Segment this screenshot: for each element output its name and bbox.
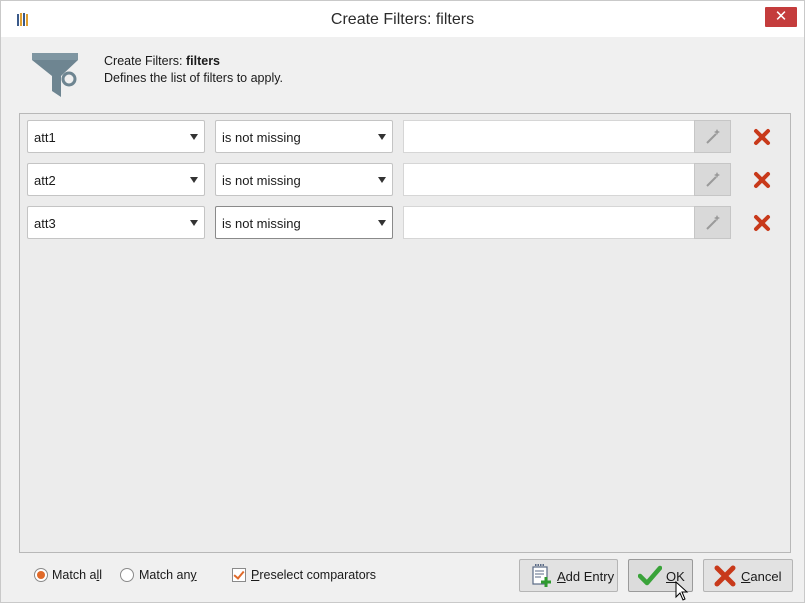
match-any-label[interactable]: Match any [139, 568, 197, 582]
delete-row-icon[interactable] [752, 127, 772, 147]
add-entry-label: Add Entry [557, 569, 615, 584]
checkmark-icon [638, 565, 662, 586]
mouse-cursor-icon [675, 581, 689, 601]
attribute-dropdown[interactable]: att3 [27, 206, 205, 239]
attribute-value: att3 [34, 216, 56, 231]
match-all-radio[interactable] [34, 568, 48, 582]
match-any-radio[interactable] [120, 568, 134, 582]
operator-dropdown[interactable]: is not missing [215, 120, 393, 153]
add-entry-button[interactable]: Add Entry [519, 559, 618, 592]
create-filters-dialog: Create Filters: filters ✕ Create Filters… [0, 0, 805, 603]
operator-value: is not missing [222, 130, 301, 145]
attribute-dropdown[interactable]: att2 [27, 163, 205, 196]
header-description: Defines the list of filters to apply. [104, 71, 284, 85]
filter-value-input[interactable] [403, 120, 695, 153]
cancel-label: Cancel [741, 569, 782, 584]
delete-row-icon[interactable] [752, 213, 772, 233]
header-title: Create Filters: filters [104, 54, 221, 68]
filter-row: att1 is not missing [20, 120, 790, 154]
window-title: Create Filters: filters [330, 11, 475, 28]
dropdown-arrow-icon [190, 220, 198, 226]
operator-value: is not missing [222, 216, 301, 231]
cancel-x-icon [714, 565, 736, 587]
filter-value-input[interactable] [403, 206, 695, 239]
title-bar: Create Filters: filters ✕ [1, 1, 804, 37]
magic-wand-icon [706, 129, 720, 144]
dropdown-arrow-icon [190, 177, 198, 183]
dropdown-arrow-icon [378, 177, 386, 183]
close-button[interactable]: ✕ [765, 7, 797, 27]
attribute-value: att2 [34, 173, 56, 188]
operator-dropdown[interactable]: is not missing [215, 163, 393, 196]
match-all-label[interactable]: Match all [52, 568, 102, 582]
magic-wand-icon [706, 172, 720, 187]
operator-value: is not missing [222, 173, 301, 188]
preselect-comparators-checkbox[interactable] [232, 568, 246, 582]
filter-value-input[interactable] [403, 163, 695, 196]
dialog-header: Create Filters: filters Defines the list… [2, 37, 803, 115]
cancel-button[interactable]: Cancel [703, 559, 793, 592]
dropdown-arrow-icon [190, 134, 198, 140]
value-helper-button[interactable] [694, 163, 731, 196]
attribute-value: att1 [34, 130, 56, 145]
funnel-icon [32, 53, 78, 97]
filter-row: att2 is not missing [20, 163, 790, 197]
delete-row-icon[interactable] [752, 170, 772, 190]
value-helper-button[interactable] [694, 206, 731, 239]
dropdown-arrow-icon [378, 220, 386, 226]
filter-list-panel: att1 is not missing att2 is not missing … [19, 113, 791, 553]
filter-row: att3 is not missing [20, 206, 790, 240]
preselect-comparators-label[interactable]: Preselect comparators [251, 568, 376, 582]
dropdown-arrow-icon [378, 134, 386, 140]
add-entry-icon [532, 564, 551, 587]
value-helper-button[interactable] [694, 120, 731, 153]
magic-wand-icon [706, 215, 720, 230]
operator-dropdown[interactable]: is not missing [215, 206, 393, 239]
attribute-dropdown[interactable]: att1 [27, 120, 205, 153]
